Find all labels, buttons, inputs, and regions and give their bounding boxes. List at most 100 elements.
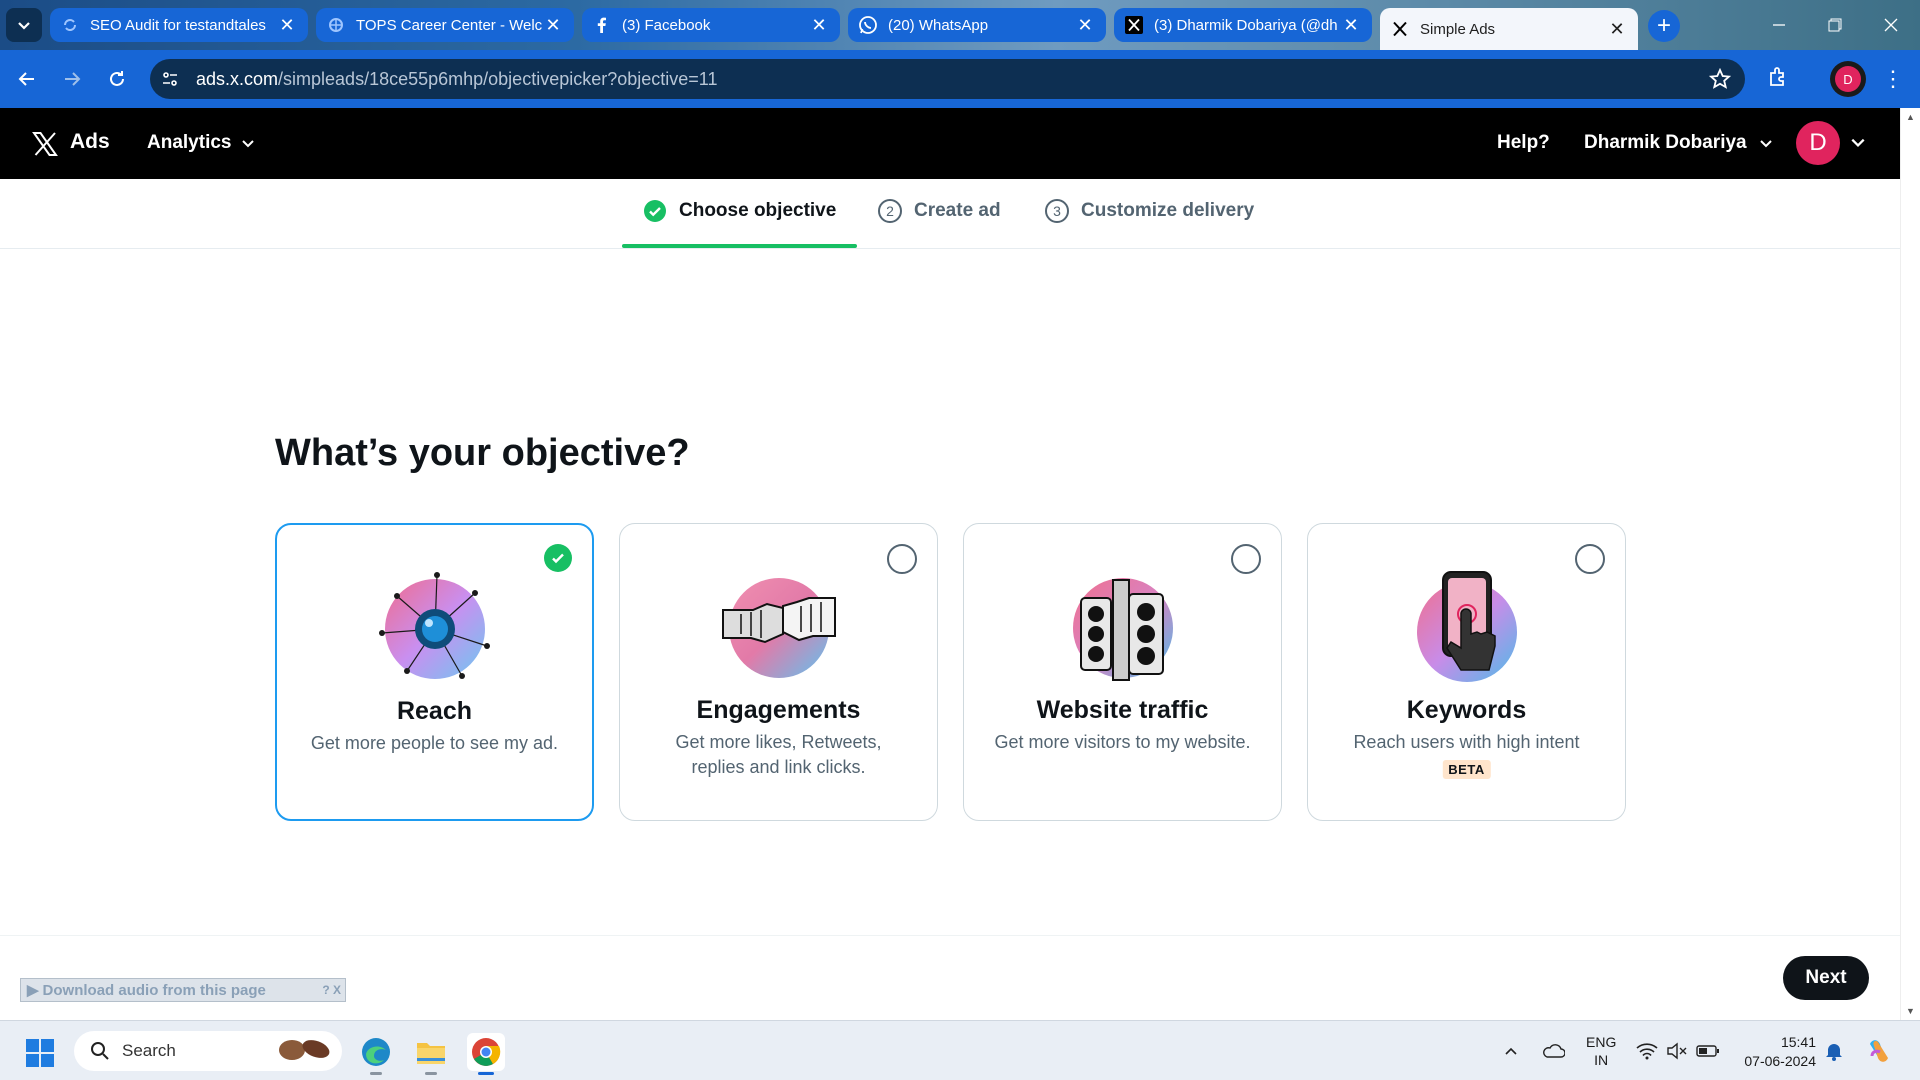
- step-choose-objective[interactable]: Choose objective: [643, 199, 836, 223]
- card-description: Reach users with high intent: [1353, 732, 1580, 752]
- close-icon[interactable]: ✕: [542, 15, 564, 36]
- chevron-down-icon: [1759, 140, 1772, 148]
- phone-tap-illustration: [1416, 571, 1517, 682]
- step-number: 2: [878, 199, 902, 223]
- taskbar-search[interactable]: Search: [74, 1031, 342, 1071]
- account-menu[interactable]: Dharmik Dobariya: [1584, 132, 1773, 154]
- plus-icon: +: [1656, 12, 1671, 39]
- step-create-ad[interactable]: 2 Create ad: [878, 199, 1001, 223]
- browser-tab-strip: SEO Audit for testandtales ✕ TOPS Career…: [0, 0, 1920, 50]
- x-logo-icon[interactable]: [32, 131, 58, 162]
- browser-tab[interactable]: SEO Audit for testandtales ✕: [50, 8, 308, 42]
- chrome-taskbar-icon[interactable]: [467, 1033, 505, 1075]
- active-step-indicator: [622, 244, 857, 248]
- help-link[interactable]: Help?: [1497, 132, 1550, 154]
- step-customize-delivery[interactable]: 3 Customize delivery: [1045, 199, 1254, 223]
- objective-card-keywords[interactable]: Keywords Reach users with high intent BE…: [1307, 523, 1626, 821]
- back-button[interactable]: [12, 64, 42, 94]
- wifi-icon[interactable]: [1636, 1021, 1658, 1080]
- tray-overflow-icon[interactable]: [1503, 1021, 1519, 1080]
- close-window-button[interactable]: [1863, 0, 1919, 50]
- lang-code: ENG: [1586, 1034, 1617, 1050]
- extensions-icon[interactable]: [1766, 65, 1790, 94]
- new-tab-button[interactable]: +: [1648, 10, 1680, 42]
- url-host: ads.x.com: [196, 68, 279, 89]
- profile-initial: D: [1835, 66, 1861, 92]
- minimize-button[interactable]: [1751, 0, 1807, 50]
- scroll-up-icon[interactable]: ▲: [1906, 112, 1915, 122]
- browser-tab[interactable]: (3) Facebook ✕: [582, 8, 840, 42]
- windows-start-icon[interactable]: [26, 1039, 54, 1072]
- close-icon[interactable]: ✕: [1340, 15, 1362, 36]
- page-title: What’s your objective?: [275, 432, 690, 474]
- whatsapp-icon: [858, 15, 878, 35]
- speaker-muted-icon[interactable]: [1666, 1021, 1688, 1080]
- x-icon: [1124, 15, 1144, 35]
- close-icon[interactable]: ✕: [808, 15, 830, 36]
- objective-card-reach[interactable]: Reach Get more people to see my ad.: [275, 523, 594, 821]
- account-name: Dharmik Dobariya: [1584, 132, 1747, 153]
- arrow-left-icon: [18, 72, 34, 86]
- step-label: Customize delivery: [1081, 200, 1255, 221]
- beta-badge: BETA: [1442, 760, 1491, 779]
- footer-divider: [0, 935, 1900, 936]
- file-explorer-icon[interactable]: [412, 1033, 450, 1075]
- facebook-icon: [592, 15, 612, 35]
- card-title: Reach: [396, 697, 473, 725]
- tab-title: TOPS Career Center - Welc: [356, 16, 542, 34]
- download-audio-controls[interactable]: ? X: [322, 983, 345, 997]
- copilot-icon[interactable]: [1864, 1021, 1894, 1080]
- seo-audit-icon: [60, 15, 80, 35]
- tab-title: (3) Dharmik Dobariya (@dh: [1154, 16, 1338, 34]
- objective-card-website-traffic[interactable]: Website traffic Get more visitors to my …: [963, 523, 1282, 821]
- browser-toolbar: ads.x.com/simpleads/18ce55p6mhp/objectiv…: [0, 50, 1920, 108]
- browser-tab[interactable]: TOPS Career Center - Welc ✕: [316, 8, 574, 42]
- reload-button[interactable]: [102, 64, 132, 94]
- chevron-down-icon[interactable]: [1850, 134, 1866, 155]
- close-icon[interactable]: ✕: [1606, 19, 1628, 40]
- arrow-right-icon: [65, 72, 81, 86]
- card-title: Engagements: [696, 696, 861, 724]
- edge-taskbar-icon[interactable]: [357, 1033, 395, 1075]
- onedrive-icon[interactable]: [1541, 1021, 1565, 1080]
- objective-card-engagements[interactable]: Engagements Get more likes, Retweets, re…: [619, 523, 938, 821]
- taskbar-clock[interactable]: 15:41 07-06-2024: [1736, 1033, 1816, 1071]
- close-icon[interactable]: ✕: [1074, 15, 1096, 36]
- download-audio-bar[interactable]: ▶ Download audio from this page ? X: [20, 978, 346, 1002]
- browser-tab[interactable]: (3) Dharmik Dobariya (@dh ✕: [1114, 8, 1372, 42]
- radio-button[interactable]: [1231, 544, 1261, 574]
- bookmark-star-icon[interactable]: [1708, 67, 1732, 95]
- tab-search-button[interactable]: [6, 8, 42, 42]
- analytics-menu[interactable]: Analytics: [147, 132, 255, 154]
- browser-tab-active[interactable]: Simple Ads ✕: [1380, 8, 1638, 50]
- ads-brand[interactable]: Ads: [70, 130, 110, 154]
- check-circle-icon: [644, 200, 666, 222]
- card-title: Website traffic: [1036, 696, 1209, 724]
- browser-profile-button[interactable]: D: [1830, 61, 1866, 97]
- site-info-icon[interactable]: [150, 59, 190, 99]
- step-number: 3: [1045, 199, 1069, 223]
- avatar[interactable]: D: [1796, 121, 1840, 165]
- traffic-light-illustration: [1072, 578, 1173, 681]
- minimize-icon: [1773, 24, 1785, 26]
- tab-title: (20) WhatsApp: [888, 16, 989, 34]
- radio-button[interactable]: [1575, 544, 1605, 574]
- close-icon[interactable]: ✕: [276, 15, 298, 36]
- reach-illustration: [378, 572, 490, 679]
- chevron-down-icon: [242, 140, 255, 148]
- page-scrollbar[interactable]: ▲ ▼: [1900, 108, 1920, 1020]
- windows-taskbar: Search ENG IN 15:41 07-06-2024: [0, 1020, 1920, 1080]
- notification-bell-icon[interactable]: [1825, 1021, 1843, 1080]
- next-button[interactable]: Next: [1783, 956, 1869, 1000]
- clock-time: 15:41: [1780, 1034, 1816, 1050]
- forward-button[interactable]: [57, 64, 87, 94]
- battery-icon[interactable]: [1696, 1021, 1720, 1080]
- restore-button[interactable]: [1807, 0, 1863, 50]
- address-bar[interactable]: ads.x.com/simpleads/18ce55p6mhp/objectiv…: [150, 59, 1745, 99]
- browser-menu-icon[interactable]: ⋮: [1882, 66, 1904, 92]
- browser-tab[interactable]: (20) WhatsApp ✕: [848, 8, 1106, 42]
- scroll-down-icon[interactable]: ▼: [1906, 1006, 1915, 1016]
- language-indicator[interactable]: ENG IN: [1586, 1033, 1616, 1069]
- radio-button[interactable]: [887, 544, 917, 574]
- play-icon: ▶: [27, 982, 39, 999]
